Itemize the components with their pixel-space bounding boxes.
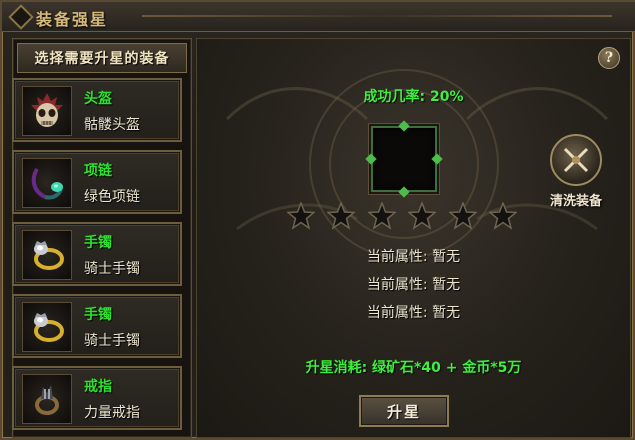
title-divider (142, 15, 612, 17)
equipment-item-helmet[interactable]: 头盔 骷髅头盔 (12, 78, 182, 142)
equipment-upgrade-window: 装备强星 选择需要升星的装备 头盔 骷髅头盔 项链 绿色项链 手镯 骑士手镯 手… (0, 0, 635, 440)
power-ring-icon (22, 374, 72, 424)
upgrade-star-button[interactable]: 升星 (359, 395, 449, 427)
equipment-name-label: 骑士手镯 (84, 261, 140, 277)
knight-bracelet-icon (22, 230, 72, 280)
empty-star-icon (287, 202, 315, 230)
star-rating (287, 202, 517, 230)
equipment-slot-label: 手镯 (84, 235, 112, 251)
current-attribute-line: 当前属性: 暂无 (366, 249, 461, 265)
wash-equipment-label: 清洗装备 (549, 194, 602, 209)
title-bar[interactable]: 装备强星 (2, 2, 635, 32)
equipment-name-label: 骑士手镯 (84, 333, 140, 349)
equipment-slot-label: 头盔 (84, 91, 112, 107)
equipment-slot-label: 手镯 (84, 307, 112, 323)
empty-star-icon (408, 202, 437, 230)
equipment-slot[interactable] (365, 120, 443, 198)
empty-star-icon (367, 202, 396, 230)
upgrade-main-panel: ? 成功几率: 20% 清洗装备 当前属性: 暂无 当前属性: 暂无 当前属性:… (196, 38, 631, 438)
equipment-name-label: 绿色项链 (84, 189, 140, 205)
knight-bracelet-icon (22, 302, 72, 352)
current-attribute-line: 当前属性: 暂无 (366, 305, 461, 321)
help-button[interactable]: ? (598, 47, 620, 69)
equipment-name-label: 骷髅头盔 (84, 117, 140, 133)
upgrade-cost-label: 升星消耗: 绿矿石*40 + 金币*5万 (305, 360, 522, 376)
equipment-list-header: 选择需要升星的装备 (17, 43, 187, 73)
equipment-slot-label: 项链 (84, 163, 112, 179)
equipment-item-ring[interactable]: 戒指 力量戒指 (12, 366, 182, 430)
equipment-item-necklace[interactable]: 项链 绿色项链 (12, 150, 182, 214)
green-necklace-icon (22, 158, 72, 208)
equipment-name-label: 力量戒指 (84, 405, 140, 421)
equipment-item-bracelet-1[interactable]: 手镯 骑士手镯 (12, 222, 182, 286)
equipment-item-bracelet-2[interactable]: 手镯 骑士手镯 (12, 294, 182, 358)
window-title: 装备强星 (36, 10, 109, 29)
empty-star-icon (488, 202, 517, 230)
crossed-swords-icon (550, 134, 602, 186)
wash-equipment-button[interactable]: 清洗装备 (542, 134, 610, 224)
current-attribute-line: 当前属性: 暂无 (366, 277, 461, 293)
skull-helmet-icon (22, 86, 72, 136)
empty-star-icon (327, 202, 356, 230)
title-ornament-icon (8, 4, 34, 30)
success-rate-label: 成功几率: 20% (363, 89, 464, 105)
equipment-slot-label: 戒指 (84, 379, 112, 395)
empty-star-icon (448, 202, 477, 230)
